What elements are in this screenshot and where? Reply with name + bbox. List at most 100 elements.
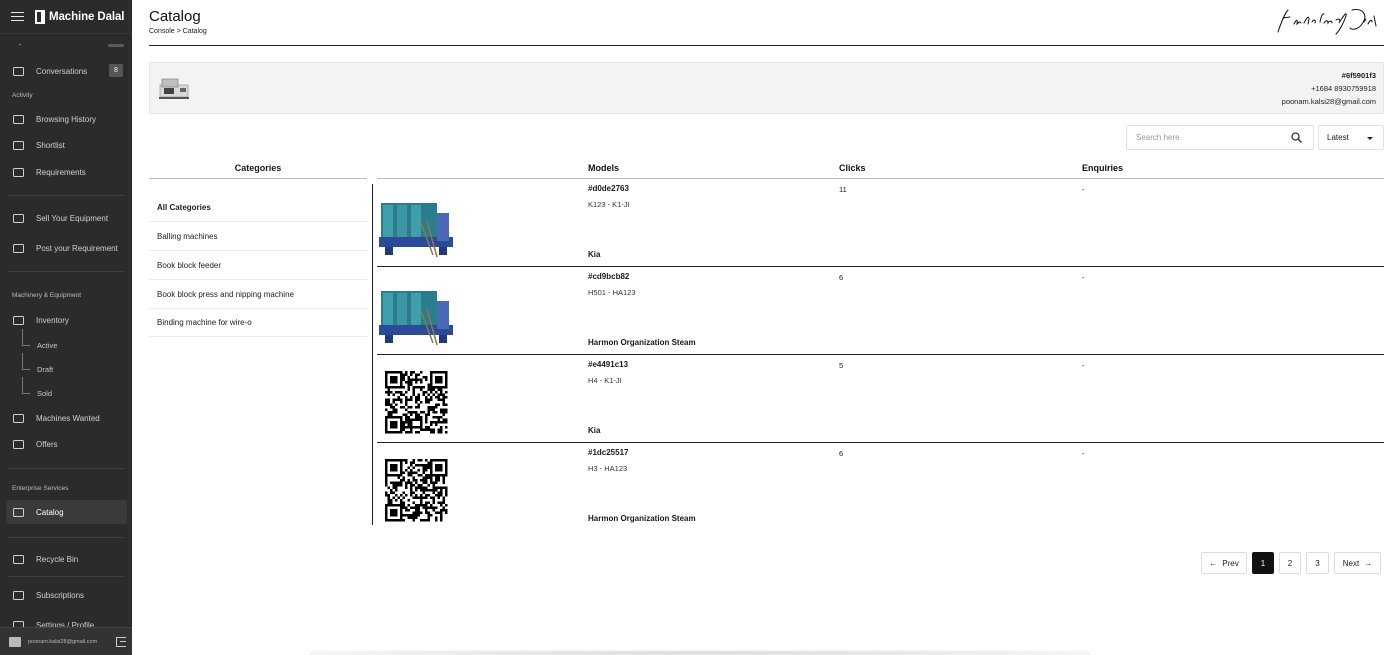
page-button-1[interactable]: 1 <box>1252 552 1274 574</box>
qr-code-thumbnail[interactable] <box>377 359 457 439</box>
inventory-sub-draft[interactable]: Draft <box>22 353 122 379</box>
next-label: Next <box>1342 558 1360 568</box>
briefcase-icon <box>13 167 24 177</box>
prev-page-button[interactable]: ← Prev <box>1201 552 1247 574</box>
sidebar-item-sell-equipment[interactable]: Sell Your Equipment <box>6 206 127 230</box>
logo-icon <box>35 9 45 24</box>
clicks-count: 11 <box>839 185 847 194</box>
categories-divider <box>372 184 373 525</box>
category-item[interactable]: Book block press and nipping machine <box>149 280 367 309</box>
category-item[interactable]: Book block feeder <box>149 251 367 280</box>
page-button-2[interactable]: 2 <box>1279 552 1301 574</box>
chevron-down-icon <box>1367 137 1373 140</box>
model-name: H3 - HA123 <box>588 464 628 473</box>
column-header-models: Models <box>588 163 620 173</box>
machine-thumbnail <box>159 78 189 99</box>
enquiries-count: - <box>1082 185 1085 194</box>
sidebar-item-label: Browsing History <box>36 114 97 124</box>
account-email: poonam.kalsi28@gmail.com <box>1281 97 1376 106</box>
bottom-shadow <box>310 650 1090 655</box>
model-id[interactable]: #1dc25517 <box>588 448 628 457</box>
next-page-button[interactable]: Next → <box>1334 552 1381 574</box>
scroll-indicator[interactable] <box>108 44 124 47</box>
model-name: K123 - K1-JI <box>588 200 630 209</box>
sidebar-item-label: Sell Your Equipment <box>36 213 109 223</box>
table-row[interactable]: #cd9bcb82 H501 - HA123 Harmon Organization… <box>377 267 1384 355</box>
sidebar-item-shortlist[interactable]: Shortlist <box>6 133 127 157</box>
model-id[interactable]: #e4491c13 <box>588 360 628 369</box>
column-header-clicks: Clicks <box>839 163 866 173</box>
sidebar-item-label: Subscriptions <box>36 590 85 600</box>
sidebar-item-browsing-history[interactable]: Browsing History <box>6 107 127 131</box>
sidebar-item-recycle-bin[interactable]: Recycle Bin <box>6 547 127 571</box>
table-row[interactable]: #d0de2763 K123 - K1-JI Kia 11 - <box>377 179 1384 267</box>
search-input[interactable] <box>1127 126 1287 149</box>
sidebar-item-label: Machines Wanted <box>36 413 100 423</box>
bookmark-icon <box>13 439 24 449</box>
history-icon <box>13 114 24 124</box>
sidebar-item-machines-wanted[interactable]: Machines Wanted <box>6 406 127 430</box>
sidebar-footer: poonam.kalsi28@gmail.com <box>0 627 132 655</box>
sort-selected: Latest <box>1327 133 1349 142</box>
clicks-count: 6 <box>839 273 844 282</box>
table-row[interactable]: #e4491c13 H4 - K1-JI Kia 5 - <box>377 355 1384 443</box>
sidebar-item-conversations[interactable]: Conversations 8 <box>6 59 127 83</box>
inventory-sub-sold[interactable]: Sold <box>22 377 122 403</box>
section-activity: Activity <box>12 92 33 99</box>
monitor-icon <box>13 315 24 325</box>
category-item[interactable]: Binding machine for wire-o <box>149 308 367 337</box>
account-details: #6f5901f3 +1684 8930759918 poonam.kalsi2… <box>1282 69 1376 108</box>
sidebar-divider <box>8 271 124 272</box>
chat-icon <box>13 66 24 76</box>
conversations-badge: 8 <box>109 64 123 77</box>
clicks-count: 6 <box>839 449 844 458</box>
sidebar-divider <box>8 468 124 469</box>
qr-code-thumbnail[interactable] <box>377 447 457 527</box>
model-name: H501 - HA123 <box>588 288 636 297</box>
sidebar-item-post-requirement[interactable]: Post your Requirement <box>6 236 127 260</box>
page-title: Catalog <box>149 8 201 25</box>
machine-thumbnail[interactable] <box>377 271 457 351</box>
categories-heading: Categories <box>149 158 367 179</box>
avatar[interactable] <box>9 636 21 647</box>
download-arrow-icon <box>13 413 24 423</box>
category-item[interactable]: Balling machines <box>149 222 367 251</box>
sidebar-item-label: Post your Requirement <box>36 243 118 253</box>
logout-icon[interactable] <box>116 636 126 647</box>
header-divider <box>149 45 1384 46</box>
sidebar-item-label: Offers <box>36 439 58 449</box>
sidebar-item-catalog[interactable]: Catalog <box>6 500 127 524</box>
search-box <box>1126 125 1314 150</box>
sidebar-item-offers[interactable]: Offers <box>6 432 127 456</box>
enquiries-count: - <box>1082 449 1085 458</box>
sidebar-item-label: Recycle Bin <box>36 554 79 564</box>
table-row[interactable]: #1dc25517 H3 - HA123 Harmon Organization S… <box>377 443 1384 531</box>
clicks-count: 5 <box>839 361 844 370</box>
section-enterprise: Enterprise Services <box>12 485 69 492</box>
arrow-right-icon: → <box>1364 558 1373 568</box>
model-id[interactable]: #d0de2763 <box>588 184 629 193</box>
model-id[interactable]: #cd9bcb82 <box>588 272 629 281</box>
account-phone: +1684 8930759918 <box>1311 84 1376 93</box>
user-email: poonam.kalsi28@gmail.com <box>28 638 98 645</box>
sidebar-item-label: Requirements <box>36 167 86 177</box>
page-button-3[interactable]: 3 <box>1306 552 1329 574</box>
breadcrumb[interactable]: Console > Catalog <box>149 28 207 35</box>
model-brand: Kia <box>588 426 601 435</box>
upload-icon <box>13 213 24 223</box>
menu-icon[interactable] <box>11 11 24 22</box>
column-header-enquiries: Enquiries <box>1082 163 1124 173</box>
search-icon[interactable] <box>1291 132 1302 143</box>
inventory-sub-active[interactable]: Active <box>22 329 122 355</box>
sidebar-item-subscriptions[interactable]: Subscriptions <box>6 583 127 607</box>
sidebar-item-label: Shortlist <box>36 140 65 150</box>
list-icon <box>13 140 24 150</box>
machine-thumbnail[interactable] <box>377 183 457 263</box>
sidebar-item-label: Conversations <box>36 66 88 76</box>
sidebar-header: Machine Dalal <box>0 0 132 34</box>
sidebar-divider <box>8 537 124 538</box>
signature-logo <box>1277 9 1377 35</box>
category-item[interactable]: All Categories <box>149 193 367 222</box>
sidebar-item-requirements[interactable]: Requirements <box>6 160 127 184</box>
sort-select[interactable]: Latest <box>1318 125 1384 150</box>
